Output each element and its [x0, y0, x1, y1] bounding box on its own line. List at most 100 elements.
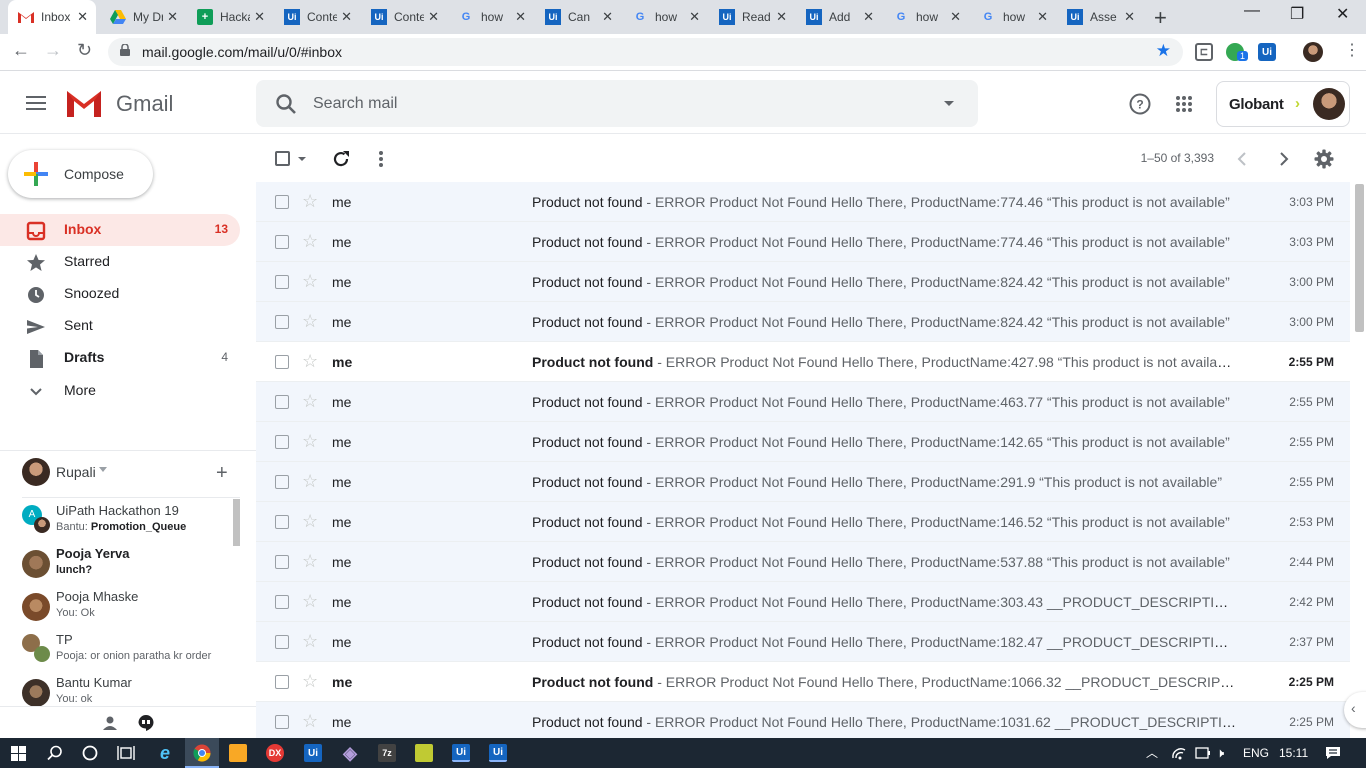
- restore-icon[interactable]: ❐: [1290, 4, 1304, 24]
- star-icon[interactable]: ☆: [302, 551, 318, 572]
- row-checkbox[interactable]: [275, 595, 289, 609]
- row-checkbox[interactable]: [275, 275, 289, 289]
- star-icon[interactable]: ☆: [302, 591, 318, 612]
- forward-arrow-icon[interactable]: →: [44, 40, 62, 61]
- seven-zip-icon[interactable]: 7z: [378, 744, 396, 762]
- row-checkbox[interactable]: [275, 355, 289, 369]
- close-icon[interactable]: ✕: [1124, 9, 1135, 25]
- star-icon[interactable]: ☆: [302, 631, 318, 652]
- star-icon[interactable]: ☆: [302, 511, 318, 532]
- select-dropdown-icon[interactable]: [298, 157, 306, 161]
- older-page-icon[interactable]: [1279, 152, 1289, 166]
- uipath-assistant-icon[interactable]: Ui: [489, 744, 507, 762]
- refresh-icon[interactable]: [332, 150, 350, 168]
- browser-tab-drive[interactable]: My Drive ✕: [100, 0, 186, 34]
- table-row[interactable]: ☆ me Product not found - ERROR Product Not…: [256, 222, 1350, 262]
- star-icon[interactable]: ☆: [302, 351, 318, 372]
- sidebar-item-starred[interactable]: Starred: [0, 246, 240, 278]
- settings-gear-icon[interactable]: [1314, 149, 1334, 169]
- browser-tab-uipath[interactable]: Ui Content ✕: [274, 0, 360, 34]
- extension-icon[interactable]: ⊏: [1195, 43, 1213, 61]
- close-icon[interactable]: ✕: [776, 9, 787, 25]
- row-checkbox[interactable]: [275, 315, 289, 329]
- file-explorer-icon[interactable]: [229, 744, 247, 762]
- close-icon[interactable]: ✕: [602, 9, 613, 25]
- table-row[interactable]: ☆ me Product not found - ERROR Product Not…: [256, 262, 1350, 302]
- input-language-indicator[interactable]: ENG: [1243, 746, 1269, 760]
- windows-start-icon[interactable]: [11, 746, 26, 761]
- star-icon[interactable]: ☆: [302, 231, 318, 252]
- browser-tab-google[interactable]: G how ✕: [883, 0, 969, 34]
- star-icon[interactable]: ☆: [302, 391, 318, 412]
- table-row[interactable]: ☆ me Product not found - ERROR Product Not…: [256, 542, 1350, 582]
- tray-expand-icon[interactable]: ︿: [1146, 744, 1158, 761]
- hangouts-contact[interactable]: Pooja Yerva lunch?: [22, 546, 237, 588]
- visual-studio-icon[interactable]: ◈: [341, 743, 359, 763]
- status-dropdown-icon[interactable]: [99, 467, 107, 472]
- row-checkbox[interactable]: [275, 515, 289, 529]
- star-icon[interactable]: ☆: [302, 671, 318, 692]
- row-checkbox[interactable]: [275, 195, 289, 209]
- new-tab-button[interactable]: +: [1154, 5, 1167, 31]
- bookmark-star-icon[interactable]: ★: [1156, 41, 1171, 61]
- sidebar-item-more[interactable]: More: [0, 375, 240, 407]
- browser-tab-google[interactable]: G how ✕: [448, 0, 534, 34]
- close-icon[interactable]: ✕: [167, 9, 178, 25]
- row-checkbox[interactable]: [275, 435, 289, 449]
- table-row[interactable]: ☆ me Product not found - ERROR Product Not…: [256, 582, 1350, 622]
- account-avatar[interactable]: [1313, 88, 1345, 120]
- browser-tab-uipath[interactable]: Ui Content ✕: [361, 0, 447, 34]
- select-all-checkbox[interactable]: [275, 151, 290, 166]
- help-icon[interactable]: ?: [1129, 93, 1151, 115]
- browser-tab-inbox[interactable]: Inbox ✕: [8, 0, 96, 34]
- hangouts-contact[interactable]: A UiPath Hackathon 19 Bantu: Promotion_Q…: [22, 503, 237, 545]
- uipath-studio-icon[interactable]: Ui: [304, 744, 322, 762]
- volume-muted-icon[interactable]: 🕨: [1216, 745, 1224, 761]
- minimize-icon[interactable]: —: [1244, 2, 1260, 20]
- row-checkbox[interactable]: [275, 715, 289, 729]
- apps-grid-icon[interactable]: [1175, 95, 1193, 113]
- uipath-robot-icon[interactable]: Ui: [452, 744, 470, 762]
- row-checkbox[interactable]: [275, 555, 289, 569]
- sidebar-item-snoozed[interactable]: Snoozed: [0, 278, 240, 310]
- browser-tab-uipath[interactable]: Ui Add ✕: [796, 0, 882, 34]
- new-conversation-plus-icon[interactable]: +: [216, 462, 228, 485]
- scrollbar[interactable]: [1355, 184, 1364, 332]
- wifi-icon[interactable]: [1171, 746, 1187, 760]
- star-icon[interactable]: ☆: [302, 431, 318, 452]
- row-checkbox[interactable]: [275, 635, 289, 649]
- star-icon[interactable]: ☆: [302, 711, 318, 732]
- battery-icon[interactable]: [1195, 747, 1211, 759]
- sidebar-item-drafts[interactable]: Drafts 4: [0, 342, 240, 374]
- browser-tab-uipath[interactable]: Ui Read ✕: [709, 0, 795, 34]
- internet-explorer-icon[interactable]: e: [156, 743, 174, 763]
- account-switcher[interactable]: Globant ›: [1216, 81, 1350, 127]
- task-view-icon[interactable]: [117, 745, 135, 761]
- close-icon[interactable]: ✕: [950, 9, 961, 25]
- hangouts-contact[interactable]: Pooja Mhaske You: Ok: [22, 589, 237, 631]
- row-checkbox[interactable]: [275, 395, 289, 409]
- chrome-icon[interactable]: [193, 744, 211, 762]
- notepad-plus-icon[interactable]: [415, 744, 433, 762]
- back-arrow-icon[interactable]: ←: [12, 40, 30, 61]
- sidebar-item-sent[interactable]: Sent: [0, 310, 240, 342]
- reload-icon[interactable]: ↻: [77, 40, 92, 61]
- close-icon[interactable]: ✕: [428, 9, 439, 25]
- search-box[interactable]: Search mail: [256, 80, 978, 127]
- browser-tab-sheets[interactable]: + Hackathon ✕: [187, 0, 273, 34]
- main-menu-icon[interactable]: [26, 96, 46, 114]
- browser-tab-google[interactable]: G how ✕: [622, 0, 708, 34]
- close-icon[interactable]: ✕: [863, 9, 874, 25]
- table-row[interactable]: ☆ me Product not found - ERROR Product Not…: [256, 622, 1350, 662]
- table-row[interactable]: ☆ me Product not found - ERROR Product Not…: [256, 462, 1350, 502]
- taskbar-search-icon[interactable]: [47, 745, 63, 761]
- hangouts-icon[interactable]: [137, 714, 155, 732]
- star-icon[interactable]: ☆: [302, 471, 318, 492]
- close-icon[interactable]: ✕: [254, 9, 265, 25]
- close-icon[interactable]: ✕: [77, 9, 88, 25]
- cortana-icon[interactable]: [82, 745, 98, 761]
- star-icon[interactable]: ☆: [302, 311, 318, 332]
- uipath-extension-icon[interactable]: Ui: [1258, 43, 1276, 61]
- close-icon[interactable]: ✕: [1037, 9, 1048, 25]
- system-clock[interactable]: 15:11: [1279, 746, 1308, 760]
